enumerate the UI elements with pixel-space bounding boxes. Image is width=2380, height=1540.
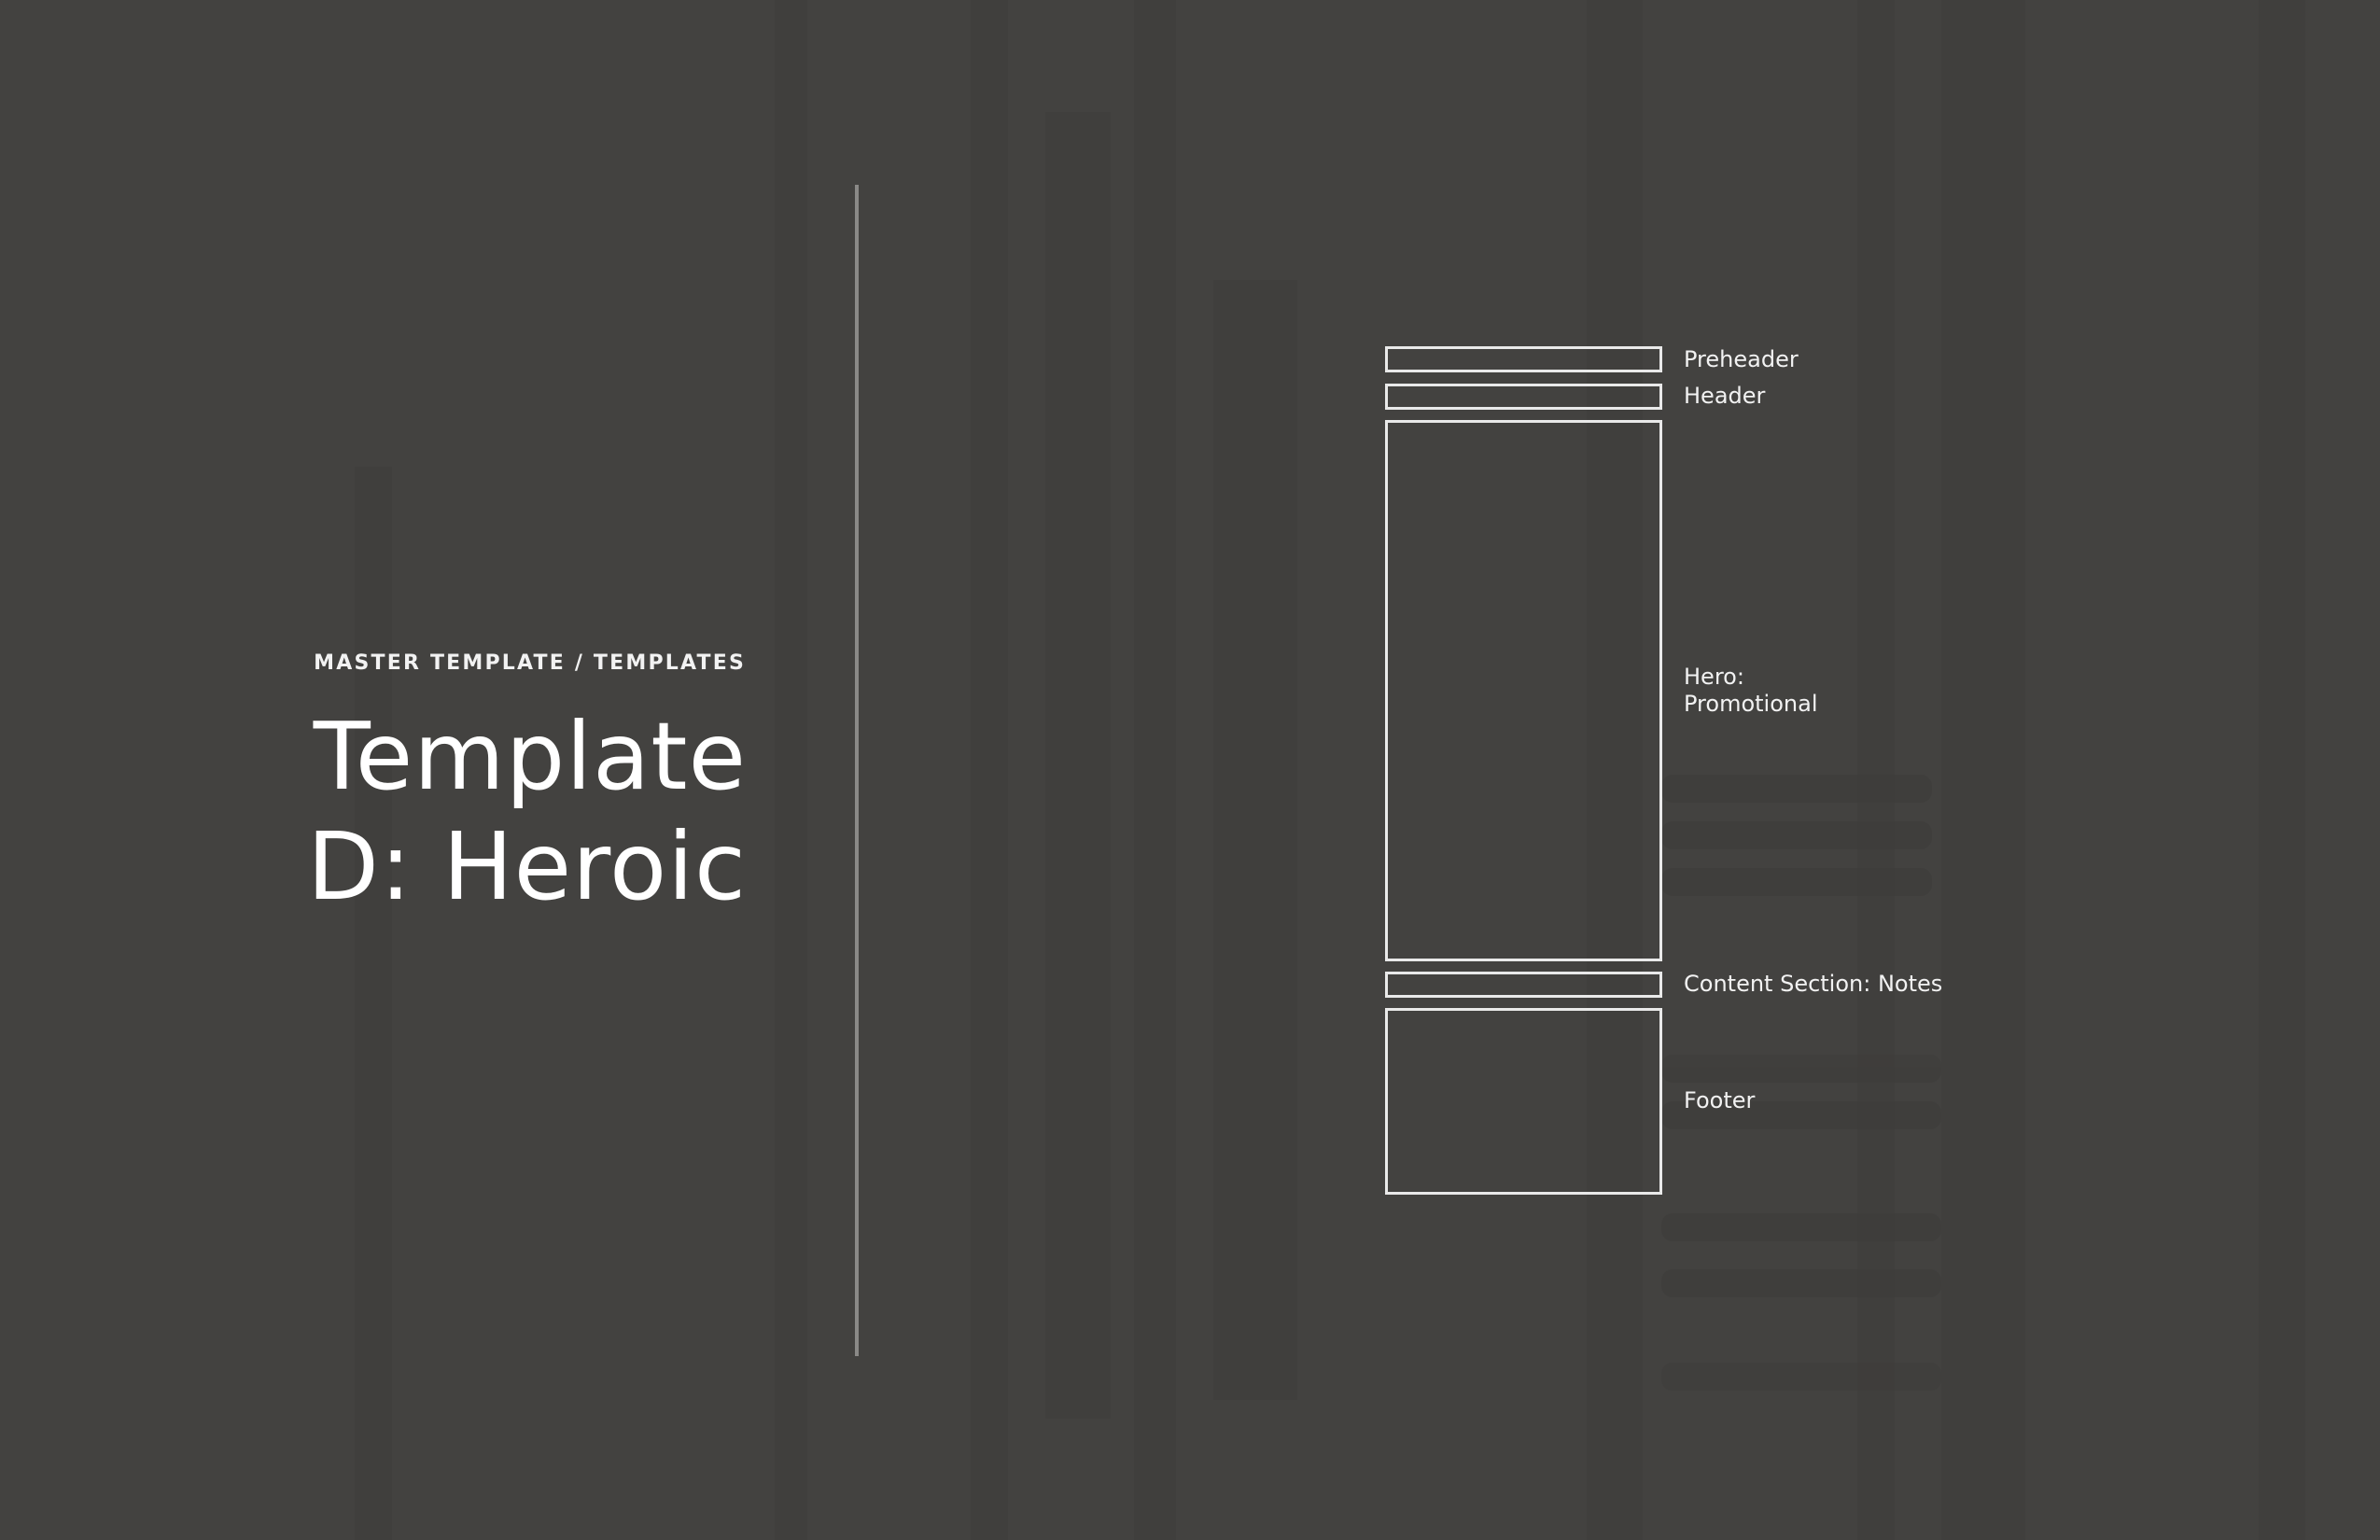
preheader-label: Preheader — [1684, 346, 1799, 372]
preheader-block — [1385, 346, 1662, 372]
content-section-block — [1385, 972, 1662, 998]
footer-label: Footer — [1684, 1087, 1756, 1113]
footer-block — [1385, 1008, 1662, 1195]
content-section-label: Content Section: Notes — [1684, 971, 1943, 997]
hero-label: Hero: Promotional — [1684, 664, 1818, 717]
page-title-line-2: D: Heroic — [306, 812, 747, 921]
breadcrumb: MASTER TEMPLATE / TEMPLATES — [314, 651, 746, 675]
hero-block — [1385, 420, 1662, 961]
header-block — [1385, 384, 1662, 410]
page-title: Template D: Heroic — [187, 702, 747, 922]
page-title-line-1: Template — [313, 702, 747, 811]
vertical-divider — [855, 185, 859, 1356]
header-label: Header — [1684, 383, 1766, 409]
